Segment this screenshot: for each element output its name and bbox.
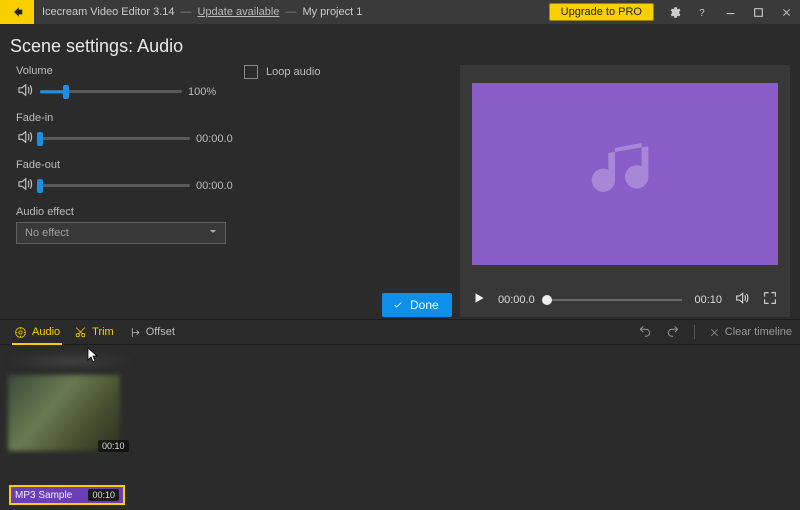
done-label: Done xyxy=(410,298,439,312)
audio-effect-select[interactable]: No effect xyxy=(16,222,226,244)
total-time: 00:10 xyxy=(694,294,722,306)
clear-label: Clear timeline xyxy=(725,326,792,338)
audio-clip-duration: 00:10 xyxy=(88,489,119,501)
preview-canvas xyxy=(472,83,778,265)
maximize-icon[interactable] xyxy=(744,0,772,24)
help-icon[interactable]: ? xyxy=(688,0,716,24)
speaker-icon xyxy=(16,81,34,102)
close-icon[interactable] xyxy=(772,0,800,24)
progress-slider[interactable] xyxy=(547,294,683,306)
video-clip-duration: 00:10 xyxy=(98,440,129,452)
clear-timeline-button[interactable]: Clear timeline xyxy=(709,326,792,338)
effect-label: Audio effect xyxy=(16,206,460,218)
speaker-icon xyxy=(16,175,34,196)
fadein-label: Fade-in xyxy=(16,112,460,124)
settings-icon[interactable] xyxy=(660,0,688,24)
audio-settings-panel: Loop audio Volume 100% Fade-in xyxy=(0,65,460,319)
titlebar: Icecream Video Editor 3.14 — Update avai… xyxy=(0,0,800,24)
minimize-icon[interactable] xyxy=(716,0,744,24)
upgrade-button[interactable]: Upgrade to PRO xyxy=(549,3,654,21)
fadeout-label: Fade-out xyxy=(16,159,460,171)
update-link[interactable]: Update available xyxy=(197,6,279,18)
app-title: Icecream Video Editor 3.14 xyxy=(42,6,174,18)
current-time: 00:00.0 xyxy=(498,294,535,306)
tool-tabs: Audio Trim Offset Clear timeline xyxy=(0,319,800,345)
volume-slider[interactable] xyxy=(40,85,182,99)
player-bar: 00:00.0 00:10 xyxy=(472,290,778,309)
timeline[interactable]: 00:10 MP3 Sample 00:10 xyxy=(0,345,800,505)
tab-label: Offset xyxy=(146,326,175,338)
back-button[interactable] xyxy=(0,0,34,24)
fadeout-value: 00:00.0 xyxy=(196,180,236,192)
fullscreen-icon[interactable] xyxy=(762,290,778,309)
tab-audio[interactable]: Audio xyxy=(14,320,60,344)
tab-label: Audio xyxy=(32,326,60,338)
volume-icon[interactable] xyxy=(734,290,750,309)
redo-button[interactable] xyxy=(666,324,680,341)
effect-value: No effect xyxy=(25,227,69,239)
audio-clip-name: MP3 Sample xyxy=(15,490,82,501)
project-name: My project 1 xyxy=(302,6,362,18)
page-title: Scene settings: Audio xyxy=(0,24,800,65)
tab-label: Trim xyxy=(92,326,114,338)
checkbox-icon[interactable] xyxy=(244,65,258,79)
fadein-slider[interactable] xyxy=(40,132,190,146)
tab-trim[interactable]: Trim xyxy=(74,320,114,344)
done-button[interactable]: Done xyxy=(382,293,452,317)
loop-audio-checkbox[interactable]: Loop audio xyxy=(244,65,320,79)
audio-clip[interactable]: MP3 Sample 00:10 xyxy=(9,485,125,505)
music-note-icon xyxy=(585,133,665,216)
loop-label: Loop audio xyxy=(266,66,320,78)
svg-text:?: ? xyxy=(699,7,705,18)
preview-panel: 00:00.0 00:10 xyxy=(460,65,790,317)
speaker-icon xyxy=(16,128,34,149)
fadein-value: 00:00.0 xyxy=(196,133,236,145)
volume-value: 100% xyxy=(188,86,228,98)
undo-button[interactable] xyxy=(638,324,652,341)
play-button[interactable] xyxy=(472,291,486,308)
volume-label: Volume xyxy=(16,65,460,77)
fadeout-slider[interactable] xyxy=(40,179,190,193)
tab-offset[interactable]: Offset xyxy=(128,320,175,344)
chevron-down-icon xyxy=(207,226,219,241)
